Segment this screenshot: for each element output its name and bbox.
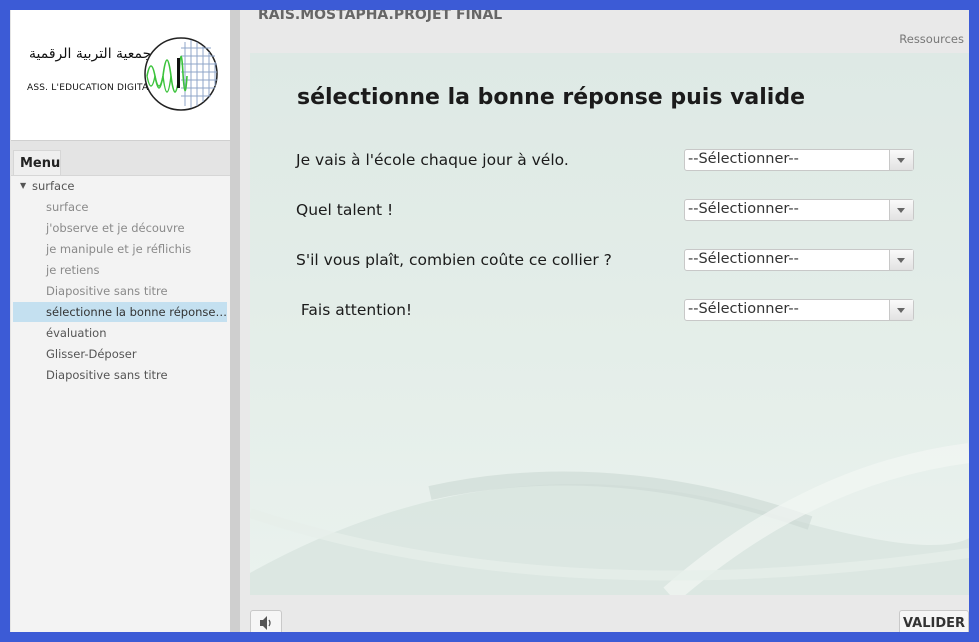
expand-triangle-icon[interactable]: ▼ [20, 176, 26, 196]
question-text-1: Je vais à l'école chaque jour à vélo. [296, 151, 569, 169]
sidebar: جمعية التربية الرقمية ASS. L'EDUCATION D… [10, 10, 240, 632]
submit-button[interactable]: VALIDER [899, 610, 969, 632]
answer-select-1[interactable]: --Sélectionner-- [684, 149, 914, 171]
answer-select-2[interactable]: --Sélectionner-- [684, 199, 914, 221]
menu-section-label: surface [32, 179, 75, 193]
project-title: RAIS.MOSTAPHA.PROJET FINAL [258, 10, 503, 23]
menu-item-manipule[interactable]: je manipule et je réflichis [13, 239, 227, 259]
resources-link[interactable]: Ressources [899, 32, 964, 46]
answer-select-4[interactable]: --Sélectionner-- [684, 299, 914, 321]
slide-content: sélectionne la bonne réponse puis valide… [250, 53, 969, 595]
logo-latin-text: ASS. L'EDUCATION DIGITALE [27, 83, 160, 93]
slide-title: sélectionne la bonne réponse puis valide [297, 85, 806, 110]
menu-item-diapositive-1[interactable]: Diapositive sans titre [13, 281, 227, 301]
speaker-icon [260, 616, 271, 630]
select-value: --Sélectionner-- [688, 251, 799, 267]
logo-globe-icon [144, 37, 218, 111]
audio-button[interactable] [250, 610, 282, 632]
player-frame: جمعية التربية الرقمية ASS. L'EDUCATION D… [10, 10, 969, 632]
menu-panel: ▼ surface surface j'observe et je découv… [11, 175, 230, 632]
sidebar-divider [230, 10, 240, 632]
menu-item-observe[interactable]: j'observe et je découvre [13, 218, 227, 238]
menu-item-surface[interactable]: surface [13, 197, 227, 217]
background-swoosh [250, 443, 969, 595]
select-value: --Sélectionner-- [688, 301, 799, 317]
question-text-4: Fais attention! [296, 301, 413, 319]
chevron-down-icon[interactable] [889, 200, 913, 220]
chevron-down-icon[interactable] [889, 300, 913, 320]
logo-arabic-text: جمعية التربية الرقمية [29, 46, 152, 62]
question-text-3: S'il vous plaît, combien coûte ce collie… [296, 251, 612, 269]
chevron-down-icon[interactable] [889, 150, 913, 170]
tab-menu[interactable]: Menu [13, 150, 61, 175]
menu-item-glisser-deposer[interactable]: Glisser-Déposer [13, 344, 227, 364]
logo: جمعية التربية الرقمية ASS. L'EDUCATION D… [11, 10, 230, 141]
question-text-2: Quel talent ! [296, 201, 394, 219]
menu-item-retiens[interactable]: je retiens [13, 260, 227, 280]
chevron-down-icon[interactable] [889, 250, 913, 270]
menu-item-selectionne[interactable]: sélectionne la bonne réponse p... [13, 302, 227, 322]
select-value: --Sélectionner-- [688, 201, 799, 217]
select-value: --Sélectionner-- [688, 151, 799, 167]
answer-select-3[interactable]: --Sélectionner-- [684, 249, 914, 271]
menu-item-evaluation[interactable]: évaluation [13, 323, 227, 343]
menu-item-diapositive-2[interactable]: Diapositive sans titre [13, 365, 227, 385]
menu-section-surface[interactable]: ▼ surface [13, 176, 227, 196]
